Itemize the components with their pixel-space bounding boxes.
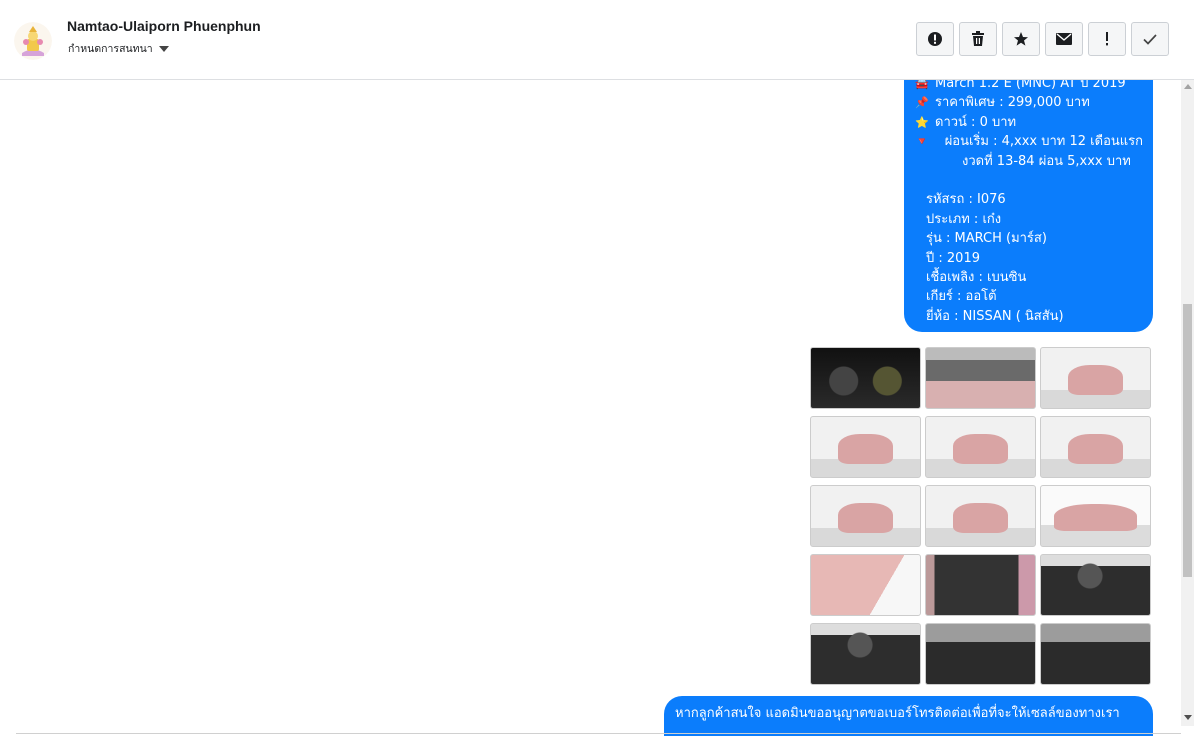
message-line: 🚘 March 1.2 E (MNC) AT ปี 2019 [915,80,1143,93]
message-line: ⭐ ดาวน์ : 0 บาท [915,113,1143,132]
conversation-thread: 🚘 March 1.2 E (MNC) AT ปี 2019 📌 ราคาพิเ… [0,80,1181,736]
trash-icon [972,31,984,46]
mark-unread-button[interactable] [1045,22,1083,56]
photo-thumbnail-interior-dashboard[interactable] [1040,554,1151,616]
star-button[interactable] [1002,22,1040,56]
scroll-down-arrow-icon[interactable] [1184,715,1192,720]
message-line: 📌 ราคาพิเศษ : 299,000 บาท [915,93,1143,112]
conversation-header: Namtao-Ulaiporn Phuenphun กำหนดการสนทนา [0,0,1194,80]
star-emoji-icon: ⭐ [915,115,929,129]
conversation-settings-dropdown[interactable]: กำหนดการสนทนา [68,40,169,57]
message-line: เกียร์ : ออโต้ [926,289,997,305]
message-text: หากลูกค้าสนใจ แอดมินขออนุญาตขอเบอร์โทรติ… [675,706,1120,721]
photo-thumbnail-front-three-quarter[interactable] [1040,347,1151,409]
message-line: รหัสรถ : I076 [926,192,1006,208]
car-icon: 🚘 [915,80,929,90]
contact-avatar[interactable] [14,22,52,60]
pushpin-icon: 📌 [915,96,929,110]
photo-thumbnail-side[interactable] [1040,485,1151,547]
follow-up-button[interactable] [1088,22,1126,56]
message-bubble[interactable]: 🚘 March 1.2 E (MNC) AT ปี 2019 📌 ราคาพิเ… [904,80,1153,332]
divider [16,733,1181,734]
scrollbar-thumb[interactable] [1183,304,1192,577]
photo-thumbnail-door-interior[interactable] [925,554,1036,616]
photo-thumbnail-front[interactable] [810,416,921,478]
caret-down-icon [158,46,169,52]
exclamation-icon [1106,32,1108,46]
photo-thumbnail-rear-seats[interactable] [925,623,1036,685]
photo-thumbnail-front-angle[interactable] [925,416,1036,478]
photo-thumbnail-rear-three-quarter[interactable] [1040,416,1151,478]
contact-name[interactable]: Namtao-Ulaiporn Phuenphun [67,18,261,34]
photo-grid [810,347,1151,685]
red-triangle-icon: 🔻 [915,135,929,149]
photo-thumbnail-engine-bay[interactable] [925,347,1036,409]
message-line: ประเภท : เก๋ง [926,211,1002,227]
message-line: ปี : 2019 [926,250,980,266]
photo-thumbnail-center-console[interactable] [1040,623,1151,685]
mark-done-button[interactable] [1131,22,1169,56]
photo-thumbnail-driver-seat[interactable] [810,623,921,685]
message-line: รุ่น : MARCH (มาร์ส) [926,231,1047,247]
envelope-icon [1056,33,1072,45]
message-line: 🔻 ผ่อนเริ่ม : 4,xxx บาท 12 เดือนแรก [915,132,1143,151]
scroll-up-arrow-icon[interactable] [1184,84,1192,89]
conversation-settings-label: กำหนดการสนทนา [68,43,153,55]
message-line: เชื้อเพลิง : เบนซิน [926,270,1027,286]
mark-spam-button[interactable] [916,22,954,56]
message-line: งวดที่ 13-84 ผ่อน 5,xxx บาท [962,153,1131,169]
delete-button[interactable] [959,22,997,56]
vertical-scrollbar[interactable] [1181,80,1194,726]
check-icon [1143,33,1157,45]
photo-thumbnail-dashboard[interactable] [810,347,921,409]
photo-thumbnail-front-close[interactable] [810,554,921,616]
photo-thumbnail-rear[interactable] [810,485,921,547]
message-bubble[interactable]: หากลูกค้าสนใจ แอดมินขออนุญาตขอเบอร์โทรติ… [664,696,1153,736]
alert-circle-icon [928,32,942,46]
photo-thumbnail-rear-angle[interactable] [925,485,1036,547]
message-line: ยี่ห้อ : NISSAN ( นิสสัน) [926,308,1064,324]
toolbar [916,22,1169,56]
star-icon [1014,32,1028,46]
